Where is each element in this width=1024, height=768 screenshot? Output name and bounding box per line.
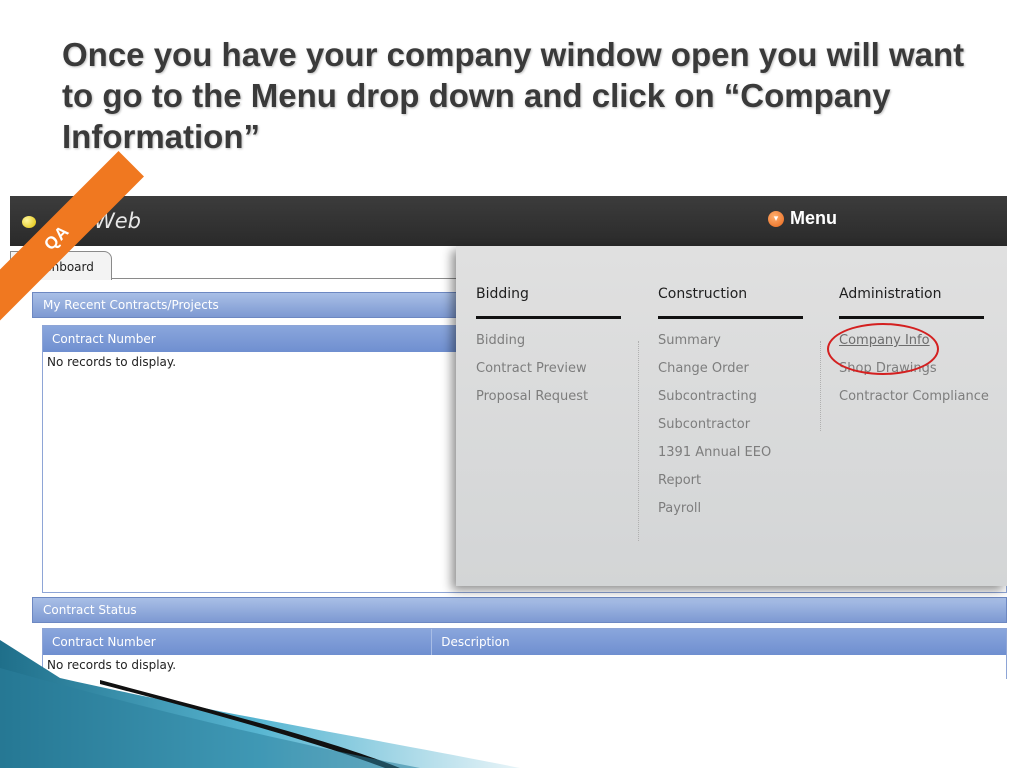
menu-item-report[interactable]: Report bbox=[658, 473, 803, 501]
menu-dropdown: Bidding Bidding Contract Preview Proposa… bbox=[456, 246, 1007, 586]
menu-item-change-order[interactable]: Change Order bbox=[658, 361, 803, 389]
menu-heading: Construction bbox=[658, 286, 803, 319]
menu-heading: Administration bbox=[839, 286, 984, 319]
menu-label: Menu bbox=[790, 208, 837, 228]
app-screenshot: Web ▾ Menu ashboard My Recent Contracts/… bbox=[10, 196, 1007, 679]
app-topbar: Web ▾ Menu bbox=[10, 196, 1007, 246]
menu-item-contract-preview[interactable]: Contract Preview bbox=[476, 361, 621, 389]
menu-item-subcontracting[interactable]: Subcontracting bbox=[658, 389, 803, 417]
menu-item-payroll[interactable]: Payroll bbox=[658, 501, 803, 529]
menu-item-bidding[interactable]: Bidding bbox=[476, 333, 621, 361]
chevron-down-circle-icon: ▾ bbox=[768, 210, 784, 227]
contract-status-header[interactable]: Contract Status bbox=[32, 597, 1007, 623]
menu-button[interactable]: ▾ Menu bbox=[768, 208, 837, 229]
menu-item-summary[interactable]: Summary bbox=[658, 333, 803, 361]
logo-bulb-icon bbox=[22, 216, 36, 228]
highlight-circle bbox=[827, 323, 939, 375]
menu-column-construction: Construction Summary Change Order Subcon… bbox=[658, 286, 803, 529]
menu-divider bbox=[820, 341, 821, 431]
menu-heading: Bidding bbox=[476, 286, 621, 319]
menu-item-proposal-request[interactable]: Proposal Request bbox=[476, 389, 621, 417]
slide-title: Once you have your company window open y… bbox=[62, 36, 965, 155]
menu-item-annual-eeo[interactable]: 1391 Annual EEO bbox=[658, 445, 803, 473]
menu-column-bidding: Bidding Bidding Contract Preview Proposa… bbox=[476, 286, 621, 417]
menu-divider bbox=[638, 341, 639, 541]
menu-item-contractor-compliance[interactable]: Contractor Compliance bbox=[839, 389, 989, 417]
menu-item-subcontractor[interactable]: Subcontractor bbox=[658, 417, 803, 445]
decorative-swoosh bbox=[0, 640, 520, 768]
